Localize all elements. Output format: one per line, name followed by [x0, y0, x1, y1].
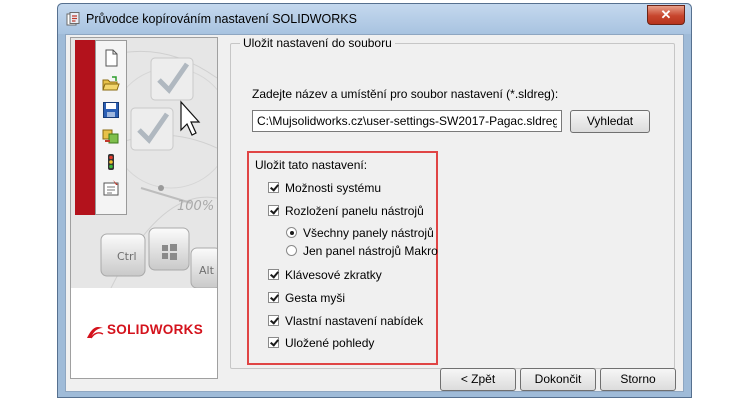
checkbox-checked[interactable]: [268, 269, 279, 280]
checkbox-checked[interactable]: [268, 292, 279, 303]
properties-icon[interactable]: [102, 179, 120, 197]
solidworks-logo: SOLIDWORKS: [85, 322, 215, 344]
wizard-app-icon: [66, 12, 80, 26]
checkbox-checked[interactable]: [268, 205, 279, 216]
toolbar-accent-strip: [75, 40, 96, 215]
new-document-icon[interactable]: [102, 49, 120, 67]
radio-selected[interactable]: [286, 227, 297, 238]
system-options-label: Možnosti systému: [285, 181, 382, 195]
checkbox-checked[interactable]: [268, 337, 279, 348]
zoom-text: 100%: [177, 199, 214, 214]
logo-text: SOLIDWORKS: [107, 322, 203, 337]
checkbox-checked[interactable]: [268, 315, 279, 326]
mouse-gestures-label: Gesta myši: [285, 291, 346, 305]
settings-file-path-input[interactable]: [252, 110, 562, 132]
saved-views-label: Uložené pohledy: [285, 336, 375, 350]
sidebar-toolbar: [95, 40, 127, 215]
copy-settings-icon[interactable]: [102, 127, 120, 145]
close-icon: ✕: [660, 7, 672, 22]
file-prompt-label: Zadejte název a umístění pro soubor nast…: [252, 87, 559, 101]
title-bar[interactable]: Průvodce kopírováním nastavení SOLIDWORK…: [58, 4, 691, 34]
browse-button[interactable]: Vyhledat: [570, 110, 650, 133]
back-button[interactable]: < Zpět: [440, 368, 516, 391]
menu-customization-label: Vlastní nastavení nabídek: [285, 314, 424, 328]
macro-toolbar-label: Jen panel nástrojů Makro: [303, 244, 438, 258]
radio-unselected[interactable]: [286, 245, 297, 256]
checkbox-checked[interactable]: [268, 182, 279, 193]
all-toolbars-label: Všechny panely nástrojů: [303, 226, 434, 240]
save-settings-label: Uložit tato nastavení:: [255, 158, 368, 172]
group-legend: Uložit nastavení do souboru: [240, 36, 395, 50]
traffic-light-icon[interactable]: [102, 153, 120, 171]
close-button[interactable]: ✕: [647, 5, 685, 25]
keyboard-shortcuts-label: Klávesové zkratky: [285, 268, 382, 282]
ds-logo-icon: [87, 327, 104, 339]
open-folder-icon[interactable]: [102, 75, 120, 93]
finish-button[interactable]: Dokončit: [520, 368, 596, 391]
save-icon[interactable]: [102, 101, 120, 119]
ctrl-key-text: Ctrl: [117, 250, 137, 263]
wizard-window: Průvodce kopírováním nastavení SOLIDWORK…: [57, 3, 692, 398]
alt-key-text: Alt: [199, 264, 215, 277]
wizard-side-image: 100% Ctrl Alt SOLIDWORKS: [70, 37, 218, 379]
toolbar-layout-label: Rozložení panelu nástrojů: [285, 204, 424, 218]
cancel-button[interactable]: Storno: [600, 368, 676, 391]
wizard-body: 100% Ctrl Alt SOLIDWORKS Uložit nastaven…: [65, 34, 684, 392]
window-title: Průvodce kopírováním nastavení SOLIDWORK…: [86, 12, 357, 26]
